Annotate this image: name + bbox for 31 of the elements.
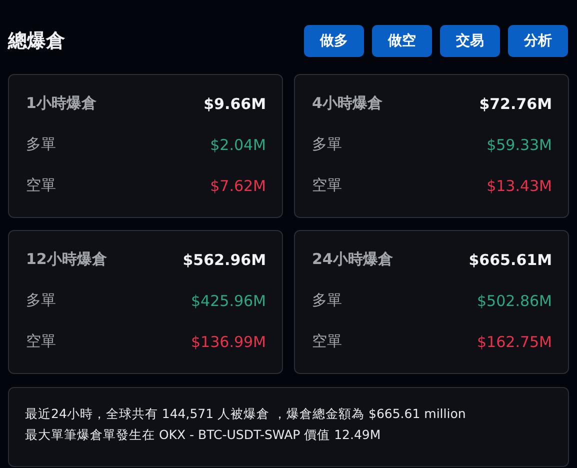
page-title: 總爆倉 (8, 29, 65, 54)
stat-label: 24小時爆倉 (312, 250, 393, 269)
stat-value: $562.96M (182, 250, 266, 268)
stat-label: 多單 (26, 291, 56, 310)
action-button[interactable]: 做多 (304, 25, 364, 57)
stat-value: $7.62M (210, 176, 266, 194)
stat-label: 多單 (312, 135, 342, 154)
stat-label: 空單 (26, 176, 56, 195)
stat-value: $59.33M (486, 136, 552, 154)
stat-label: 多單 (26, 135, 56, 154)
stat-label: 1小時爆倉 (26, 94, 96, 113)
action-button[interactable]: 做空 (372, 25, 432, 57)
stat-value: $502.86M (477, 292, 552, 310)
action-button[interactable]: 分析 (508, 25, 568, 57)
stat-label: 4小時爆倉 (312, 94, 382, 113)
stat-label: 空單 (26, 332, 56, 351)
stat-label: 12小時爆倉 (26, 250, 107, 269)
summary-text: 最近24小時，全球共有 144,571 人被爆倉 ，爆倉總金額為 $665.61 million (25, 405, 467, 423)
stat-value: $425.96M (191, 292, 266, 310)
stat-value: $13.43M (486, 176, 552, 194)
stat-value: $162.75M (477, 332, 552, 350)
stat-label: 多單 (312, 291, 342, 310)
stat-value: $136.99M (191, 332, 266, 350)
stat-value: $2.04M (210, 136, 266, 154)
stat-value: $72.76M (479, 94, 552, 112)
stat-value: $9.66M (204, 94, 266, 112)
summary-text: 最大單筆爆倉單發生在 OKX - BTC-USDT-SWAP 價值 12.49M (25, 426, 382, 444)
stat-value: $665.61M (468, 250, 552, 268)
stat-label: 空單 (312, 176, 342, 195)
stat-label: 空單 (312, 332, 342, 351)
action-button[interactable]: 交易 (440, 25, 500, 57)
